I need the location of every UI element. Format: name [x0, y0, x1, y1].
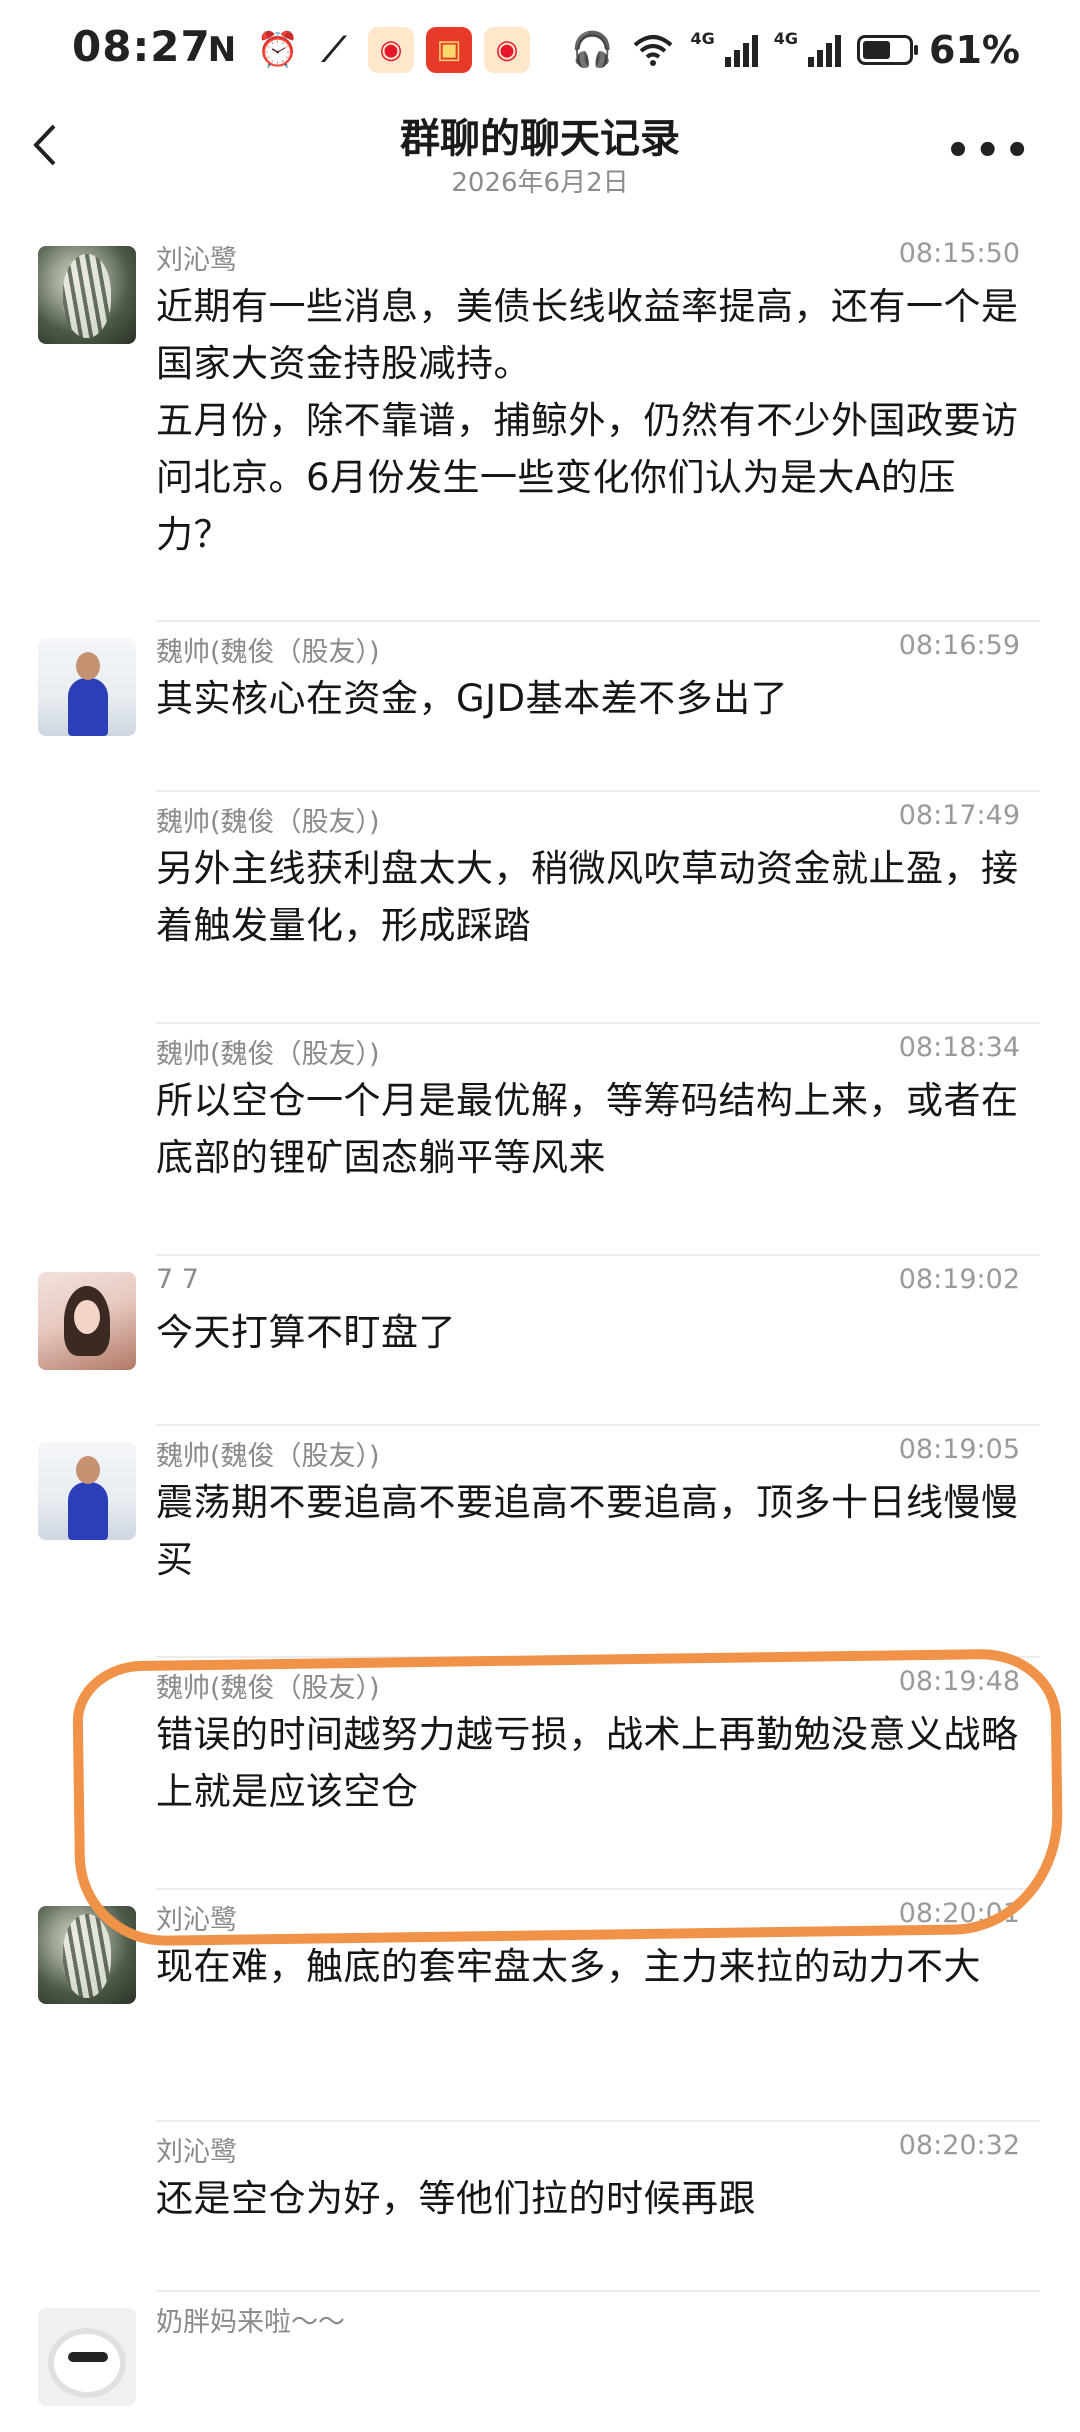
avatar[interactable]: [38, 1906, 136, 2004]
nav-bar: 群聊的聊天记录 2026年6月2日 •••: [0, 100, 1080, 200]
message-line: 其实核心在资金，GJD基本差不多出了: [156, 677, 789, 720]
message-time: 08:16:59: [898, 630, 1020, 661]
status-time: 08:27: [72, 22, 211, 71]
message-text: 另外主线获利盘太大，稍微风吹草动资金就止盈，接着触发量化，形成踩踏: [156, 840, 1024, 954]
chat-history[interactable]: 刘沁鹭 08:15:50 近期有一些消息，美债长线收益率提高，还有一个是国家大资金持…: [0, 230, 1080, 2432]
battery-percent: 61%: [929, 28, 1020, 72]
status-system-icons: 🎧 4G 4G 61%: [571, 22, 1020, 78]
network-type-1: 4G: [690, 28, 715, 48]
message-item[interactable]: 魏帅(魏俊（股友）) 08:18:34 所以空仓一个月是最优解，等筹码结构上来，或者…: [0, 1024, 1080, 1256]
message-line: 近期有一些消息，美债长线收益率提高，还有一个是国家大资金持股减持。: [156, 285, 1019, 385]
weibo-app-icon: ◉: [368, 27, 414, 73]
message-text: 所以空仓一个月是最优解，等筹码结构上来，或者在底部的锂矿固态躺平等风来: [156, 1072, 1024, 1186]
message-line: 震荡期不要追高不要追高不要追高，顶多十日线慢慢买: [156, 1481, 1019, 1581]
weibo-app-icon: ◉: [484, 27, 530, 73]
sender-name: 魏帅(魏俊（股友）): [156, 637, 380, 668]
avatar[interactable]: [38, 1442, 136, 1540]
nfc-icon: N: [207, 30, 237, 70]
message-text: 现在难，触底的套牢盘太多，主力来拉的动力不大: [156, 1938, 1024, 1995]
message-item[interactable]: 魏帅(魏俊（股友）) 08:16:59 其实核心在资金，GJD基本差不多出了: [0, 622, 1080, 792]
message-line: 所以空仓一个月是最优解，等筹码结构上来，或者在底部的锂矿固态躺平等风来: [156, 1079, 1019, 1179]
message-time: 08:17:49: [898, 800, 1020, 831]
sender-name: 魏帅(魏俊（股友）): [156, 1039, 380, 1070]
sender-name: 刘沁鹭: [156, 245, 237, 276]
avatar[interactable]: [38, 2308, 136, 2406]
message-time: 08:20:32: [898, 2130, 1020, 2161]
sender-name: 刘沁鹭: [156, 1905, 237, 1936]
battery-icon: [857, 35, 919, 65]
message-text: 错误的时间越努力越亏损，战术上再勤勉没意义战略上就是应该空仓: [156, 1706, 1024, 1820]
message-item[interactable]: 奶胖妈来啦～～: [0, 2292, 1080, 2432]
wifi-icon: [631, 28, 675, 72]
battery-level: [863, 41, 890, 59]
message-item[interactable]: 魏帅(魏俊（股友）) 08:19:48 错误的时间越努力越亏损，战术上再勤勉没意义战…: [0, 1658, 1080, 1890]
sender-name: 7 7: [156, 1264, 199, 1295]
network-type-2: 4G: [773, 28, 799, 48]
status-notification-icons: N ⏰ ⟋ ◉ ▣ ◉: [200, 26, 530, 74]
link-icon: ⟋: [322, 30, 346, 70]
signal-icon: [808, 33, 842, 67]
alarm-icon: ⏰: [256, 30, 300, 70]
message-item[interactable]: 刘沁鹭 08:15:50 近期有一些消息，美债长线收益率提高，还有一个是国家大资金持…: [0, 230, 1080, 622]
red-app-icon: ▣: [426, 27, 472, 73]
message-time: 08:15:50: [898, 238, 1020, 269]
sender-name: 魏帅(魏俊（股友）): [156, 1441, 380, 1472]
headphones-icon: 🎧: [571, 30, 614, 70]
message-text: 震荡期不要追高不要追高不要追高，顶多十日线慢慢买: [156, 1474, 1024, 1588]
message-time: 08:19:48: [898, 1666, 1020, 1697]
message-time: 08:20:01: [898, 1898, 1020, 1929]
page-subtitle-date: 2026年6月2日: [451, 168, 629, 198]
message-text: 还是空仓为好，等他们拉的时候再跟: [156, 2170, 1024, 2227]
message-text: 其实核心在资金，GJD基本差不多出了: [156, 670, 1024, 727]
message-line: 另外主线获利盘太大，稍微风吹草动资金就止盈，接着触发量化，形成踩踏: [156, 847, 1019, 947]
signal-icon: [724, 33, 758, 67]
more-button[interactable]: •••: [945, 128, 1034, 174]
message-time: 08:19:05: [898, 1434, 1020, 1465]
message-time: 08:18:34: [898, 1032, 1020, 1063]
message-item[interactable]: 魏帅(魏俊（股友）) 08:19:05 震荡期不要追高不要追高不要追高，顶多十日线慢…: [0, 1426, 1080, 1658]
sender-name: 魏帅(魏俊（股友）): [156, 1673, 380, 1704]
status-bar: 08:27 N ⏰ ⟋ ◉ ▣ ◉ 🎧 4G 4G 61%: [0, 0, 1080, 100]
avatar[interactable]: [38, 246, 136, 344]
sender-name: 奶胖妈来啦～～: [156, 2307, 345, 2338]
message-item[interactable]: 刘沁鹭 08:20:32 还是空仓为好，等他们拉的时候再跟: [0, 2122, 1080, 2292]
message-time: 08:19:02: [898, 1264, 1020, 1295]
sender-name: 魏帅(魏俊（股友）): [156, 807, 380, 838]
avatar[interactable]: [38, 1272, 136, 1370]
sender-name: 刘沁鹭: [156, 2137, 237, 2168]
message-item[interactable]: 7 7 08:19:02 今天打算不盯盘了: [0, 1256, 1080, 1426]
message-line: 现在难，触底的套牢盘太多，主力来拉的动力不大: [156, 1945, 981, 1988]
message-text: 近期有一些消息，美债长线收益率提高，还有一个是国家大资金持股减持。五月份，除不靠…: [156, 278, 1024, 563]
message-item[interactable]: 刘沁鹭 08:20:01 现在难，触底的套牢盘太多，主力来拉的动力不大: [0, 1890, 1080, 2122]
message-line: 错误的时间越努力越亏损，战术上再勤勉没意义战略上就是应该空仓: [156, 1713, 1019, 1813]
message-line: 今天打算不盯盘了: [156, 1311, 456, 1354]
message-line: 五月份，除不靠谱，捕鲸外，仍然有不少外国政要访问北京。6月份发生一些变化你们认为…: [156, 399, 1019, 556]
page-title: 群聊的聊天记录: [400, 116, 680, 162]
more-icon: •••: [945, 128, 1034, 174]
avatar[interactable]: [38, 638, 136, 736]
message-text: 今天打算不盯盘了: [156, 1304, 1024, 1361]
message-line: 还是空仓为好，等他们拉的时候再跟: [156, 2177, 756, 2220]
message-item[interactable]: 魏帅(魏俊（股友）) 08:17:49 另外主线获利盘太大，稍微风吹草动资金就止盈，…: [0, 792, 1080, 1024]
